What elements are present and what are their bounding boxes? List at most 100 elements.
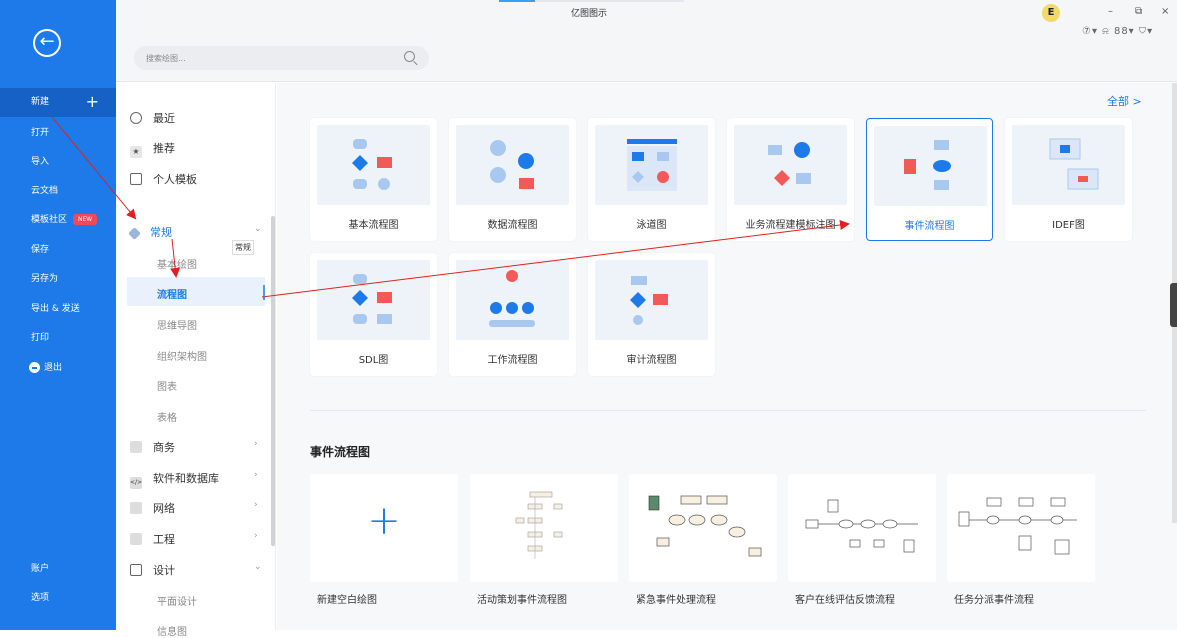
nav-cloud-docs[interactable]: 云文档 bbox=[0, 177, 116, 206]
toolbar-icons[interactable]: ⑦▾ ⍾ 88▾ ⛉▾ bbox=[1082, 26, 1153, 37]
sub-flowchart[interactable]: 流程图 bbox=[157, 286, 187, 301]
card-basic-flowchart[interactable]: 基本流程图 bbox=[310, 118, 437, 241]
minimize-button[interactable]: – bbox=[1108, 6, 1113, 17]
cat-design[interactable]: 设计 ⌄ bbox=[130, 562, 262, 578]
card-event-flowchart[interactable]: 事件流程图 bbox=[866, 118, 993, 241]
card-label: IDEF图 bbox=[1052, 220, 1085, 231]
nav-save-as[interactable]: 另存为 bbox=[0, 265, 116, 294]
restore-button[interactable]: ⧉ bbox=[1135, 6, 1142, 17]
thumb-audit bbox=[595, 260, 708, 340]
sub-charts[interactable]: 图表 bbox=[157, 378, 177, 393]
card-workflow[interactable]: 工作流程图 bbox=[449, 253, 576, 376]
nav-exit[interactable]: 退出 bbox=[0, 354, 116, 383]
template-customer-feedback[interactable] bbox=[788, 474, 936, 582]
cat-business[interactable]: 商务 › bbox=[130, 439, 258, 455]
category-panel: 最近 ★ 推荐 个人模板 常规 ⌄ 常规 基本绘图 流程图 思维导图 组织架构图 图… bbox=[116, 83, 276, 638]
network-icon bbox=[130, 502, 142, 514]
sub-graphic-design[interactable]: 平面设计 bbox=[157, 593, 197, 608]
side-tab[interactable] bbox=[1170, 283, 1177, 327]
cat-recent[interactable]: 最近 bbox=[130, 110, 175, 126]
nav-options[interactable]: 选项 bbox=[0, 584, 116, 613]
avatar[interactable]: E bbox=[1042, 4, 1060, 22]
nav-template-community[interactable]: 模板社区 NEW bbox=[0, 206, 116, 235]
card-sdl[interactable]: SDL图 bbox=[310, 253, 437, 376]
card-label: 工作流程图 bbox=[487, 355, 538, 366]
search-input[interactable] bbox=[146, 49, 386, 67]
nav-import[interactable]: 导入 bbox=[0, 148, 116, 177]
card-label: 泳道图 bbox=[636, 220, 667, 231]
left-sidebar: ← 新建 + 打开 导入 云文档 模板社区 NEW 保存 另存为 导出 & 发送 打… bbox=[0, 0, 116, 630]
cat-personal-templates[interactable]: 个人模板 bbox=[130, 171, 197, 187]
cat-general[interactable]: 常规 ⌄ bbox=[128, 224, 262, 240]
category-scrollbar[interactable] bbox=[271, 216, 275, 546]
section-title: 事件流程图 bbox=[310, 445, 371, 459]
nav-template-community-label: 模板社区 bbox=[31, 215, 68, 225]
nav-account[interactable]: 账户 bbox=[0, 555, 116, 584]
card-label: 审计流程图 bbox=[626, 355, 677, 366]
card-label: SDL图 bbox=[358, 355, 389, 366]
card-label: 数据流程图 bbox=[487, 220, 538, 231]
sub-org-chart[interactable]: 组织架构图 bbox=[157, 348, 207, 363]
template-blank[interactable]: + bbox=[310, 474, 458, 582]
design-icon bbox=[130, 564, 142, 576]
template-label: 活动策划事件流程图 bbox=[477, 595, 567, 606]
chevron-right-icon: › bbox=[254, 500, 258, 510]
nav-save[interactable]: 保存 bbox=[0, 236, 116, 265]
data-flowchart-preview bbox=[490, 140, 534, 189]
template-label: 新建空白绘图 bbox=[317, 595, 377, 606]
cat-personal-label: 个人模板 bbox=[153, 173, 197, 186]
workflow-preview bbox=[489, 270, 535, 327]
code-icon: </> bbox=[130, 477, 142, 489]
card-label: 基本流程图 bbox=[348, 220, 399, 231]
nav-print[interactable]: 打印 bbox=[0, 324, 116, 353]
cat-network-label: 网络 bbox=[153, 502, 175, 515]
cat-software-label: 软件和数据库 bbox=[153, 472, 219, 485]
close-button[interactable]: × bbox=[1161, 6, 1169, 17]
template-thumb bbox=[648, 495, 762, 557]
thumb-workflow bbox=[456, 260, 569, 340]
thumb-event-flowchart bbox=[874, 126, 987, 206]
cat-engineering[interactable]: 工程 › bbox=[130, 531, 258, 547]
search-box bbox=[134, 46, 429, 70]
card-bpmn[interactable]: 业务流程建模标注图 bbox=[727, 118, 854, 241]
audit-preview bbox=[630, 276, 668, 325]
card-label: 业务流程建模标注图 bbox=[745, 220, 836, 231]
star-icon: ★ bbox=[130, 146, 142, 158]
template-activity-planning[interactable] bbox=[470, 474, 618, 582]
card-audit[interactable]: 审计流程图 bbox=[588, 253, 715, 376]
template-task-dispatch[interactable] bbox=[947, 474, 1095, 582]
cat-software-db[interactable]: </> 软件和数据库 › bbox=[130, 470, 258, 489]
card-data-flowchart[interactable]: 数据流程图 bbox=[449, 118, 576, 241]
plus-icon: + bbox=[85, 92, 99, 111]
template-thumb bbox=[515, 491, 563, 559]
nav-export-send[interactable]: 导出 & 发送 bbox=[0, 295, 116, 324]
thumb-data-flowchart bbox=[456, 125, 569, 205]
bpmn-preview bbox=[768, 142, 811, 186]
thumb-bpmn bbox=[734, 125, 847, 205]
sub-mindmap[interactable]: 思维导图 bbox=[157, 317, 197, 332]
exit-icon bbox=[29, 362, 40, 373]
all-link[interactable]: 全部 > bbox=[1107, 93, 1142, 109]
business-icon bbox=[130, 441, 142, 453]
back-arrow-icon[interactable]: ← bbox=[33, 29, 61, 57]
thumb-swimlane bbox=[595, 125, 708, 205]
card-idef[interactable]: IDEF图 bbox=[1005, 118, 1132, 241]
cat-recommend[interactable]: ★ 推荐 bbox=[130, 140, 175, 158]
sub-tables[interactable]: 表格 bbox=[157, 409, 177, 424]
nav-open[interactable]: 打开 bbox=[0, 119, 116, 148]
selected-highlight bbox=[127, 277, 265, 306]
search-icon[interactable] bbox=[404, 51, 415, 62]
cat-recent-label: 最近 bbox=[153, 112, 175, 125]
cat-recommend-label: 推荐 bbox=[153, 142, 175, 155]
card-swimlane[interactable]: 泳道图 bbox=[588, 118, 715, 241]
sub-infographic[interactable]: 信息图 bbox=[157, 623, 187, 638]
plus-icon: + bbox=[367, 498, 401, 544]
template-label: 客户在线评估反馈流程 bbox=[795, 595, 895, 606]
event-flowchart-preview bbox=[904, 140, 951, 190]
template-thumb bbox=[805, 499, 918, 553]
cat-network[interactable]: 网络 › bbox=[130, 500, 258, 516]
sub-basic-drawing[interactable]: 基本绘图 bbox=[157, 256, 197, 271]
app-title: 亿图图示 bbox=[571, 9, 608, 19]
nav-new[interactable]: 新建 + bbox=[0, 88, 116, 117]
template-emergency[interactable] bbox=[629, 474, 777, 582]
